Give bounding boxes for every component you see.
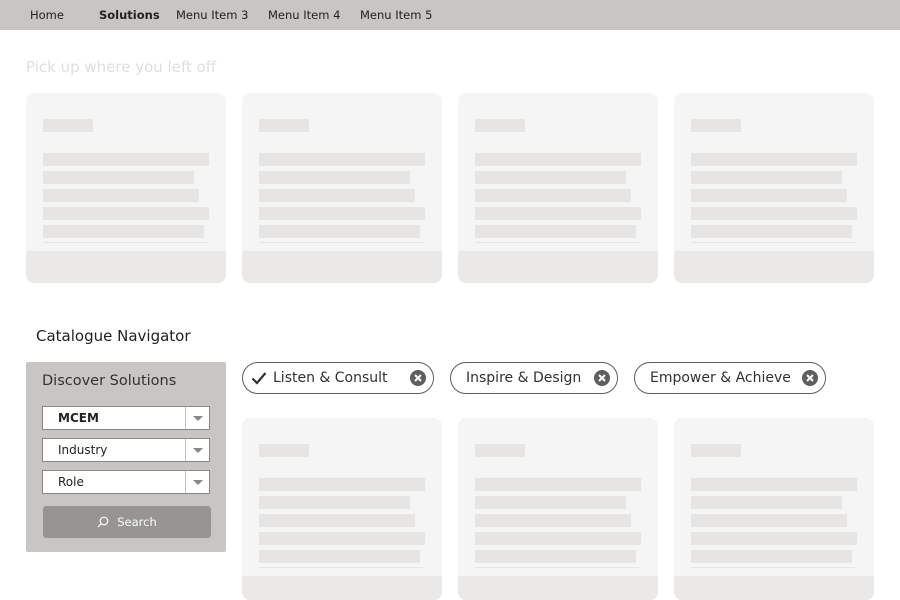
nav-item-solutions[interactable]: Solutions xyxy=(87,8,172,22)
close-circle-icon[interactable] xyxy=(410,370,426,386)
placeholder-card[interactable] xyxy=(242,93,442,283)
placeholder-title xyxy=(259,444,309,457)
placeholder-line xyxy=(475,189,631,202)
search-icon xyxy=(97,516,109,528)
placeholder-line xyxy=(691,496,842,509)
placeholder-line xyxy=(259,514,415,527)
placeholder-line xyxy=(259,532,425,545)
placeholder-title xyxy=(475,119,525,132)
placeholder-divider xyxy=(43,242,209,243)
placeholder-line xyxy=(475,153,641,166)
placeholder-card[interactable] xyxy=(458,418,658,600)
placeholder-line xyxy=(475,514,631,527)
placeholder-line xyxy=(691,189,847,202)
search-button-label: Search xyxy=(117,515,157,529)
placeholder-line xyxy=(259,550,420,563)
industry-select-value: Industry xyxy=(58,443,108,457)
chip-inspire-design[interactable]: Inspire & Design xyxy=(450,362,618,394)
placeholder-line xyxy=(691,550,852,563)
nav-item-menu-5[interactable]: Menu Item 5 xyxy=(348,8,444,22)
mcem-select[interactable]: MCEM xyxy=(42,406,210,430)
card-footer xyxy=(458,576,658,600)
mcem-select-value: MCEM xyxy=(58,411,99,425)
placeholder-line xyxy=(259,171,410,184)
placeholder-line xyxy=(475,496,626,509)
placeholder-line xyxy=(691,532,857,545)
card-footer xyxy=(242,576,442,600)
chip-label: Empower & Achieve xyxy=(650,370,791,386)
chevron-down-icon[interactable] xyxy=(185,407,209,429)
card-footer xyxy=(242,251,442,283)
placeholder-card[interactable] xyxy=(458,93,658,283)
placeholder-title xyxy=(43,119,93,132)
placeholder-line xyxy=(259,225,420,238)
chevron-down-icon[interactable] xyxy=(185,439,209,461)
placeholder-line xyxy=(259,496,410,509)
placeholder-line xyxy=(43,153,209,166)
role-select-value: Role xyxy=(58,475,84,489)
card-footer xyxy=(674,251,874,283)
close-circle-icon[interactable] xyxy=(802,370,818,386)
placeholder-line xyxy=(691,171,842,184)
resume-section-title: Pick up where you left off xyxy=(26,58,217,76)
placeholder-divider xyxy=(691,567,857,568)
placeholder-line xyxy=(475,478,641,491)
placeholder-line xyxy=(43,225,204,238)
placeholder-divider xyxy=(259,242,425,243)
top-navigation: Home Solutions Menu Item 3 Menu Item 4 M… xyxy=(0,0,900,30)
nav-item-home[interactable]: Home xyxy=(18,8,76,22)
placeholder-card[interactable] xyxy=(242,418,442,600)
placeholder-line xyxy=(259,189,415,202)
close-circle-icon[interactable] xyxy=(594,370,610,386)
placeholder-title xyxy=(475,444,525,457)
placeholder-divider xyxy=(259,567,425,568)
placeholder-card[interactable] xyxy=(674,418,874,600)
chip-listen-consult[interactable]: Listen & Consult xyxy=(242,362,434,394)
placeholder-title xyxy=(259,119,309,132)
placeholder-divider xyxy=(691,242,857,243)
placeholder-title xyxy=(691,119,741,132)
placeholder-line xyxy=(691,514,847,527)
placeholder-line xyxy=(475,225,636,238)
nav-item-menu-3[interactable]: Menu Item 3 xyxy=(164,8,260,22)
role-select[interactable]: Role xyxy=(42,470,210,494)
placeholder-line xyxy=(43,189,199,202)
placeholder-divider xyxy=(475,242,641,243)
placeholder-line xyxy=(691,207,857,220)
placeholder-line xyxy=(475,207,641,220)
card-footer xyxy=(674,576,874,600)
placeholder-line xyxy=(259,207,425,220)
checkmark-icon xyxy=(251,372,267,385)
placeholder-title xyxy=(691,444,741,457)
card-footer xyxy=(26,251,226,283)
placeholder-line xyxy=(259,478,425,491)
card-footer xyxy=(458,251,658,283)
industry-select[interactable]: Industry xyxy=(42,438,210,462)
placeholder-line xyxy=(43,171,194,184)
placeholder-card[interactable] xyxy=(674,93,874,283)
placeholder-line xyxy=(691,478,857,491)
chip-label: Inspire & Design xyxy=(466,370,582,386)
chevron-down-icon[interactable] xyxy=(185,471,209,493)
discover-solutions-title: Discover Solutions xyxy=(42,373,177,389)
placeholder-line xyxy=(475,171,626,184)
placeholder-line xyxy=(475,532,641,545)
placeholder-line xyxy=(691,225,852,238)
placeholder-line xyxy=(259,153,425,166)
chip-empower-achieve[interactable]: Empower & Achieve xyxy=(634,362,826,394)
catalogue-title: Catalogue Navigator xyxy=(36,327,191,345)
search-button[interactable]: Search xyxy=(43,506,211,538)
placeholder-line xyxy=(691,153,857,166)
nav-item-menu-4[interactable]: Menu Item 4 xyxy=(256,8,352,22)
placeholder-line xyxy=(475,550,636,563)
placeholder-line xyxy=(43,207,209,220)
chip-label: Listen & Consult xyxy=(273,370,388,386)
placeholder-card[interactable] xyxy=(26,93,226,283)
discover-solutions-panel: Discover Solutions MCEM Industry Role Se… xyxy=(26,362,226,552)
placeholder-divider xyxy=(475,567,641,568)
